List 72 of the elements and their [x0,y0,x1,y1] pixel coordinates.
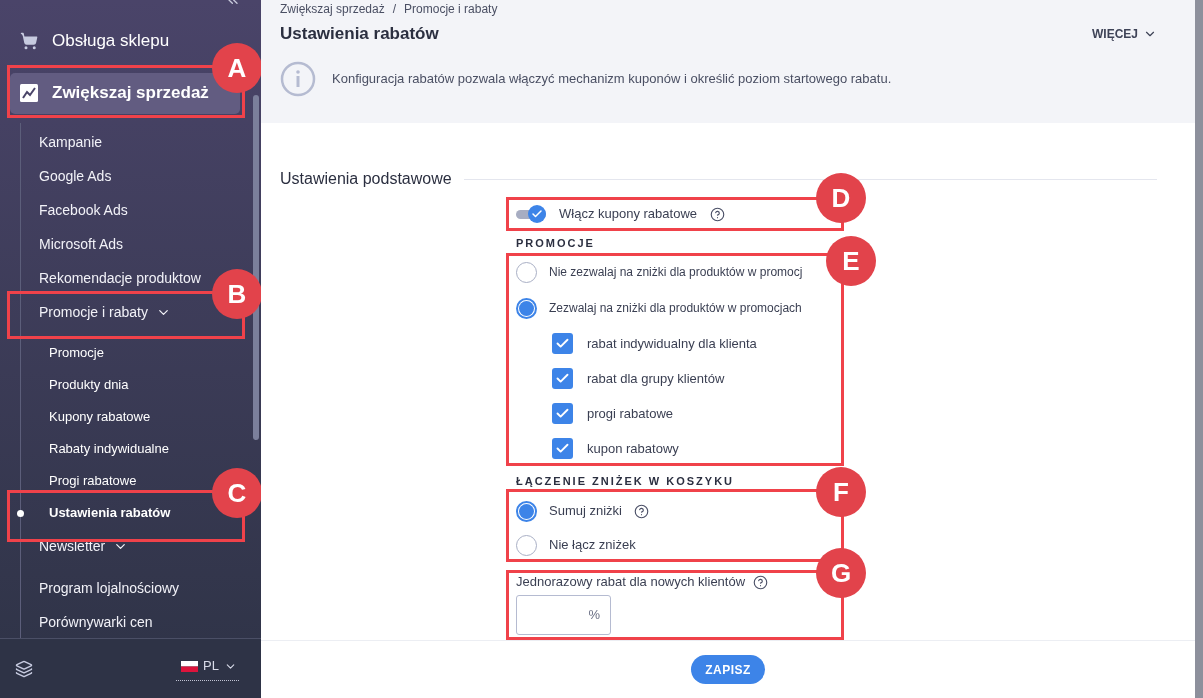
menu-link[interactable]: Google Ads [39,165,112,187]
checkbox-label: kupon rabatowy [587,439,679,458]
radio-button[interactable] [516,297,537,319]
menu-link[interactable]: Microsoft Ads [39,233,124,255]
flag-icon [181,660,199,672]
radio-button[interactable] [516,261,537,283]
menu-link[interactable]: Promocje i rabaty [39,301,171,323]
info-text: Konfiguracja rabatów pozwala włączyć mechanizm kuponów i określić poziom startowego rabatu. [332,69,892,88]
callout-badge: D [816,173,866,223]
toggle-switch[interactable] [516,205,546,223]
checkbox-label: rabat indywidualny dla klienta [587,334,757,353]
group-heading: PROMOCJE [515,236,596,250]
radio-label: Nie zezwalaj na zniżki dla produktów w promocj [549,264,803,281]
checkbox[interactable] [552,368,573,389]
callout-badge: G [816,548,866,598]
language-selector[interactable]: PL [176,656,239,681]
check-icon [531,208,543,220]
breadcrumb-link[interactable]: Promocje i rabaty [404,0,498,18]
callout-badge: B [212,269,261,319]
callout-badge: F [816,467,866,517]
section-title: Ustawienia podstawowe [280,169,452,189]
discount-input[interactable]: % [516,595,611,635]
scrollbar[interactable] [1195,0,1203,698]
radio-button[interactable] [516,534,537,556]
checkbox[interactable] [552,333,573,354]
cart-icon [20,32,38,50]
check-icon [555,406,570,421]
submenu-link[interactable]: Kupony rabatowe [49,407,151,427]
radio-button[interactable] [516,500,537,522]
layers-icon[interactable] [15,659,33,678]
page-title: Ustawienia rabatów [280,23,439,45]
menu-link[interactable]: Rekomendacje produktow [39,267,201,289]
help-icon[interactable] [753,574,769,590]
submenu-link[interactable]: Promocje [49,343,104,363]
field-label: Jednorazowy rabat dla nowych klientów [516,574,746,590]
menu-link[interactable]: Kampanie [39,131,103,153]
chart-icon [20,84,38,102]
nav-item[interactable]: Obsługa sklepu [10,20,180,62]
check-icon [555,336,570,351]
checkbox[interactable] [552,403,573,424]
checkbox[interactable] [552,438,573,459]
check-icon [555,371,570,386]
callout-badge: C [212,468,261,518]
menu-link[interactable]: Program lojalnościowy [39,577,180,599]
save-button[interactable]: ZAPISZ [691,655,765,684]
group-heading: ŁĄCZENIE ZNIŻEK W KOSZYKU [515,474,736,488]
menu-link[interactable]: Newsletter [39,535,129,557]
toggle-label: Włącz kupony rabatowe [559,205,697,224]
check-icon [555,441,570,456]
breadcrumb-separator: / [392,0,397,18]
radio-label: Zezwalaj na zniżki dla produktów w promocjach [549,300,802,317]
callout-badge: A [212,43,261,93]
help-icon[interactable] [710,206,725,222]
scrollbar[interactable] [253,95,259,440]
radio-label: Nie łącz zniżek [549,536,636,555]
radio-label: Sumuj zniżki [549,502,622,521]
nav-label: Obsługa sklepu [52,30,170,53]
info-icon [280,60,316,97]
menu-link[interactable]: Facebook Ads [39,199,128,221]
more-button[interactable]: WIĘCEJ [1092,24,1157,43]
submenu-link[interactable]: Ustawienia rabatów [49,503,171,523]
breadcrumb-link[interactable]: Zwiększaj sprzedaż [280,0,385,18]
menu-link[interactable]: Porównywarki cen [39,611,153,633]
callout-badge: E [826,236,876,286]
unit-label: % [588,606,600,625]
checkbox-label: rabat dla grupy klientów [587,369,725,388]
submenu-link[interactable]: Rabaty indywidualne [49,439,169,459]
submenu-link[interactable]: Produkty dnia [49,375,129,395]
help-icon[interactable] [633,503,649,519]
checkbox-label: progi rabatowe [587,404,673,423]
submenu-link[interactable]: Progi rabatowe [49,471,137,491]
nav-label: Zwiększaj sprzedaż [52,82,209,105]
